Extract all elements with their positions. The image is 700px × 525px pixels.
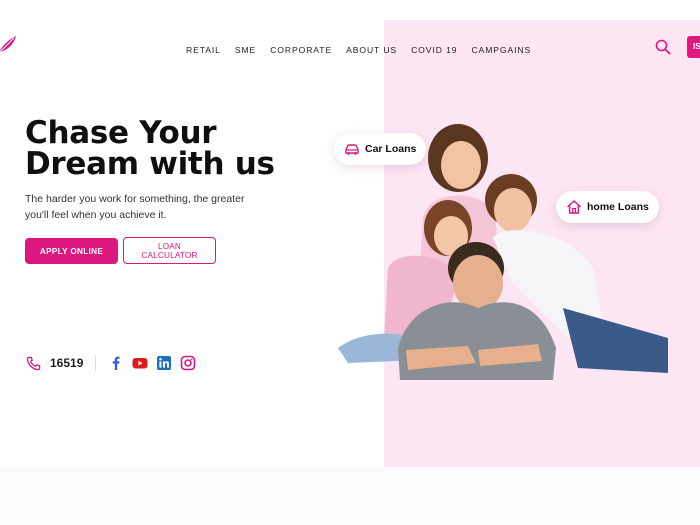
phone-icon bbox=[26, 356, 41, 370]
car-loans-label: Car Loans bbox=[365, 143, 417, 155]
home-loans-badge[interactable]: home Loans bbox=[556, 191, 659, 223]
nav-about-us[interactable]: ABOUT US bbox=[346, 45, 397, 55]
instagram-icon[interactable] bbox=[180, 355, 196, 371]
apply-online-button[interactable]: APPLY ONLINE bbox=[25, 238, 118, 264]
hotline-number[interactable]: 16519 bbox=[50, 356, 83, 370]
brand-logo-icon[interactable] bbox=[0, 34, 18, 56]
facebook-icon[interactable] bbox=[108, 355, 124, 371]
hero-subtitle: The harder you work for something, the g… bbox=[25, 193, 245, 221]
nav-covid-19[interactable]: COVID 19 bbox=[411, 45, 457, 55]
contact-row: 16519 bbox=[26, 354, 204, 372]
home-loans-label: home Loans bbox=[587, 201, 649, 213]
main-nav: RETAIL SME CORPORATE ABOUT US COVID 19 C… bbox=[186, 45, 545, 55]
car-loans-badge[interactable]: Car Loans bbox=[334, 133, 427, 165]
car-icon bbox=[345, 144, 359, 155]
bottom-band bbox=[0, 467, 700, 525]
hero-title-line-2: Dream with us bbox=[25, 146, 275, 182]
nav-retail[interactable]: RETAIL bbox=[186, 45, 221, 55]
nav-sme[interactable]: SME bbox=[235, 45, 256, 55]
language-button[interactable]: IS bbox=[687, 36, 700, 58]
youtube-icon[interactable] bbox=[132, 355, 148, 371]
nav-campaigns[interactable]: CAMPGAINS bbox=[471, 45, 531, 55]
search-icon[interactable] bbox=[655, 39, 671, 55]
linkedin-icon[interactable] bbox=[156, 355, 172, 371]
home-icon bbox=[567, 200, 581, 214]
loan-calculator-button[interactable]: LOAN CALCULATOR bbox=[123, 237, 216, 264]
hero-title: Chase Your Dream with us bbox=[25, 118, 285, 180]
contact-divider bbox=[95, 355, 97, 371]
nav-corporate[interactable]: CORPORATE bbox=[270, 45, 332, 55]
